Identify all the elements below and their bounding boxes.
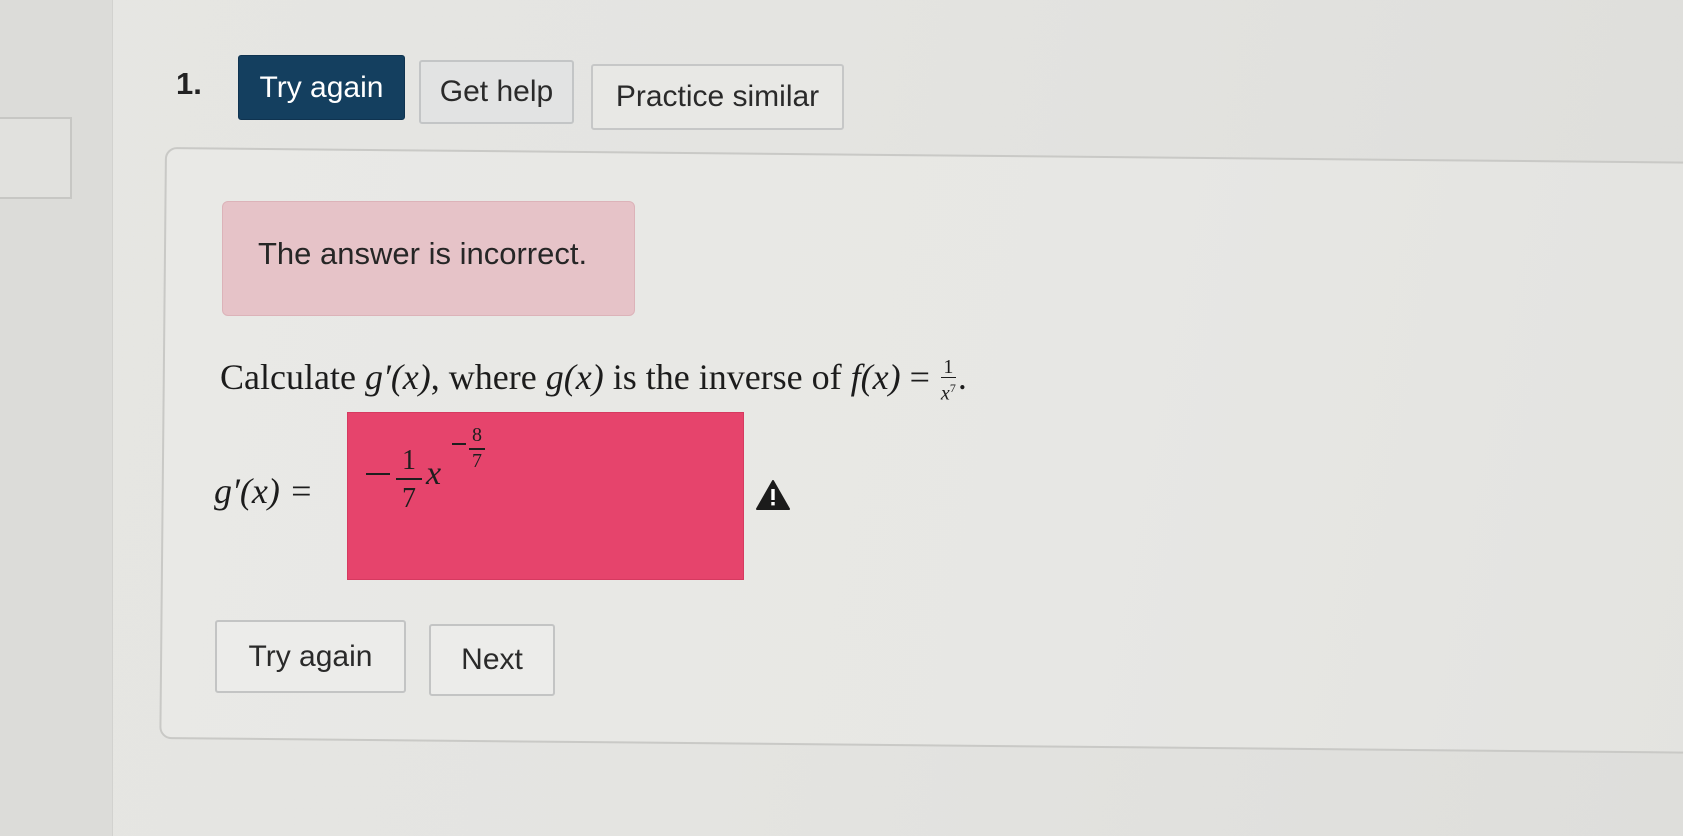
answer-exponent-numerator: 8 xyxy=(472,424,482,446)
answer-coefficient-numerator: 1 xyxy=(402,445,416,476)
warning-icon xyxy=(756,480,790,510)
f-numerator: 1 xyxy=(940,357,956,379)
g-prime-expression: g′(x) xyxy=(364,357,431,397)
practice-similar-button[interactable]: Practice similar xyxy=(591,64,844,130)
answer-coefficient-denominator: 7 xyxy=(402,483,416,514)
answer-exponent-minus-sign xyxy=(452,443,466,445)
prompt-prefix: Calculate xyxy=(220,357,356,397)
g-expression: g(x) xyxy=(545,357,604,397)
f-denominator-exponent: 7 xyxy=(949,381,956,396)
equals-sign: = xyxy=(909,357,930,397)
get-help-button[interactable]: Get help xyxy=(419,60,574,124)
feedback-banner: The answer is incorrect. xyxy=(222,201,635,316)
prompt-where: , where xyxy=(430,357,537,397)
answer-fraction-bar xyxy=(396,478,422,480)
answer-label-text: g′(x) = xyxy=(214,471,314,511)
answer-exponent-denominator: 7 xyxy=(472,450,482,472)
f-denominator: x7 xyxy=(941,378,956,404)
try-again-bottom-button[interactable]: Try again xyxy=(215,620,406,693)
question-prompt: Calculate g′(x), where g(x) is the inver… xyxy=(220,355,967,404)
f-expression: f(x) xyxy=(850,357,901,397)
prompt-inverse-of: is the inverse of xyxy=(612,357,842,397)
try-again-button[interactable]: Try again xyxy=(238,55,405,120)
f-fraction: 1 x7 xyxy=(940,357,956,404)
answer-input[interactable]: 1 7 x 8 7 xyxy=(347,412,744,580)
answer-variable: x xyxy=(426,455,442,492)
next-button[interactable]: Next xyxy=(429,624,555,696)
prompt-period: . xyxy=(957,357,967,397)
f-denominator-base: x xyxy=(940,383,950,406)
sidebar-panel[interactable] xyxy=(0,117,72,199)
question-number: 1. xyxy=(176,66,202,101)
answer-minus-sign xyxy=(366,473,390,475)
feedback-message: The answer is incorrect. xyxy=(258,236,588,271)
answer-label: g′(x) = xyxy=(214,470,313,512)
